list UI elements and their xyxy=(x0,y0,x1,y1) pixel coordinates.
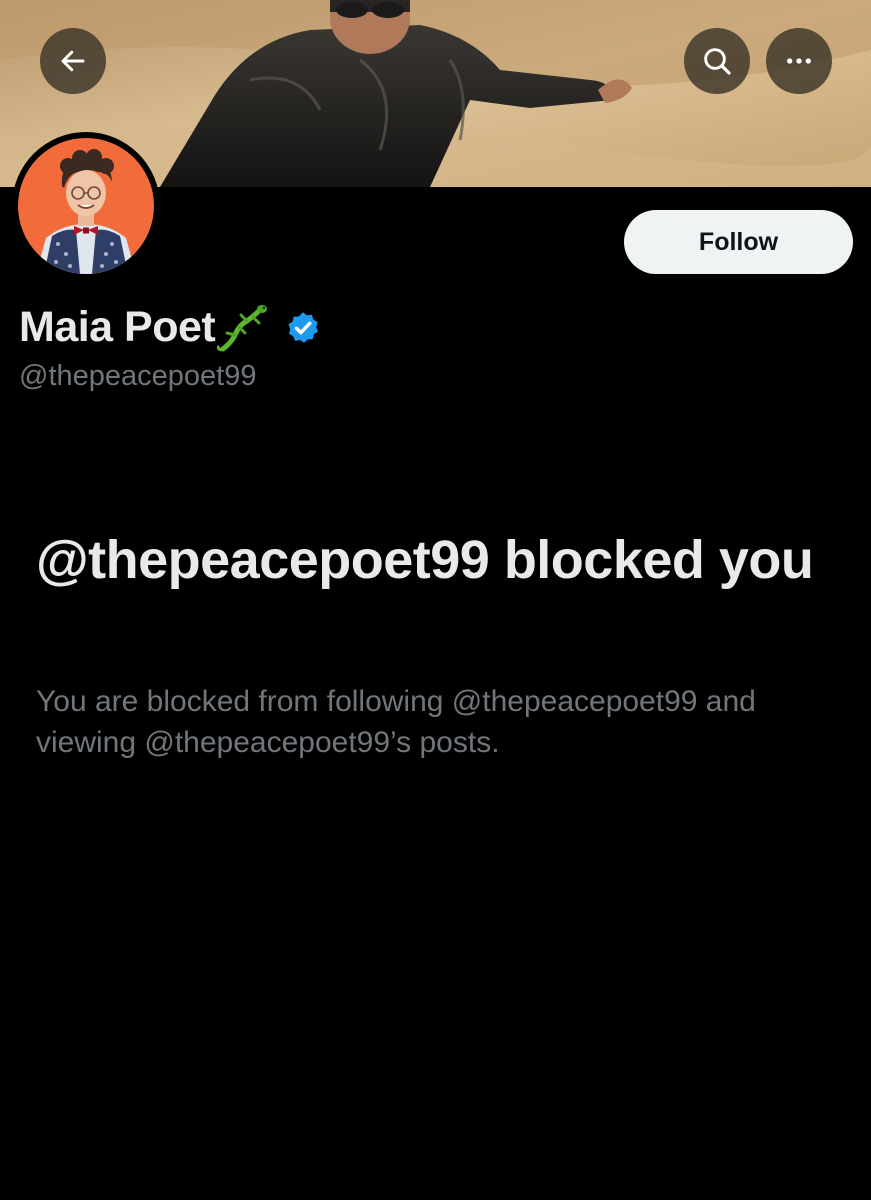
search-button[interactable] xyxy=(684,28,750,94)
verified-badge-icon[interactable] xyxy=(285,310,321,346)
more-options-button[interactable] xyxy=(766,28,832,94)
lizard-icon xyxy=(217,305,268,352)
blocked-title: @thepeacepoet99 blocked you xyxy=(36,530,814,590)
profile-name-row: Maia Poet xyxy=(19,296,321,358)
display-name: Maia Poet xyxy=(19,302,216,351)
profile-avatar[interactable] xyxy=(12,132,160,280)
more-horizontal-icon xyxy=(787,58,811,64)
blocked-description: You are blocked from following @thepeace… xyxy=(36,685,756,759)
back-button[interactable] xyxy=(40,28,106,94)
arrow-left-icon xyxy=(61,50,85,72)
profile-handle: @thepeacepoet99 xyxy=(19,360,257,392)
follow-button[interactable]: Follow xyxy=(624,210,853,274)
search-icon xyxy=(704,48,731,75)
avatar-photo xyxy=(18,138,154,274)
